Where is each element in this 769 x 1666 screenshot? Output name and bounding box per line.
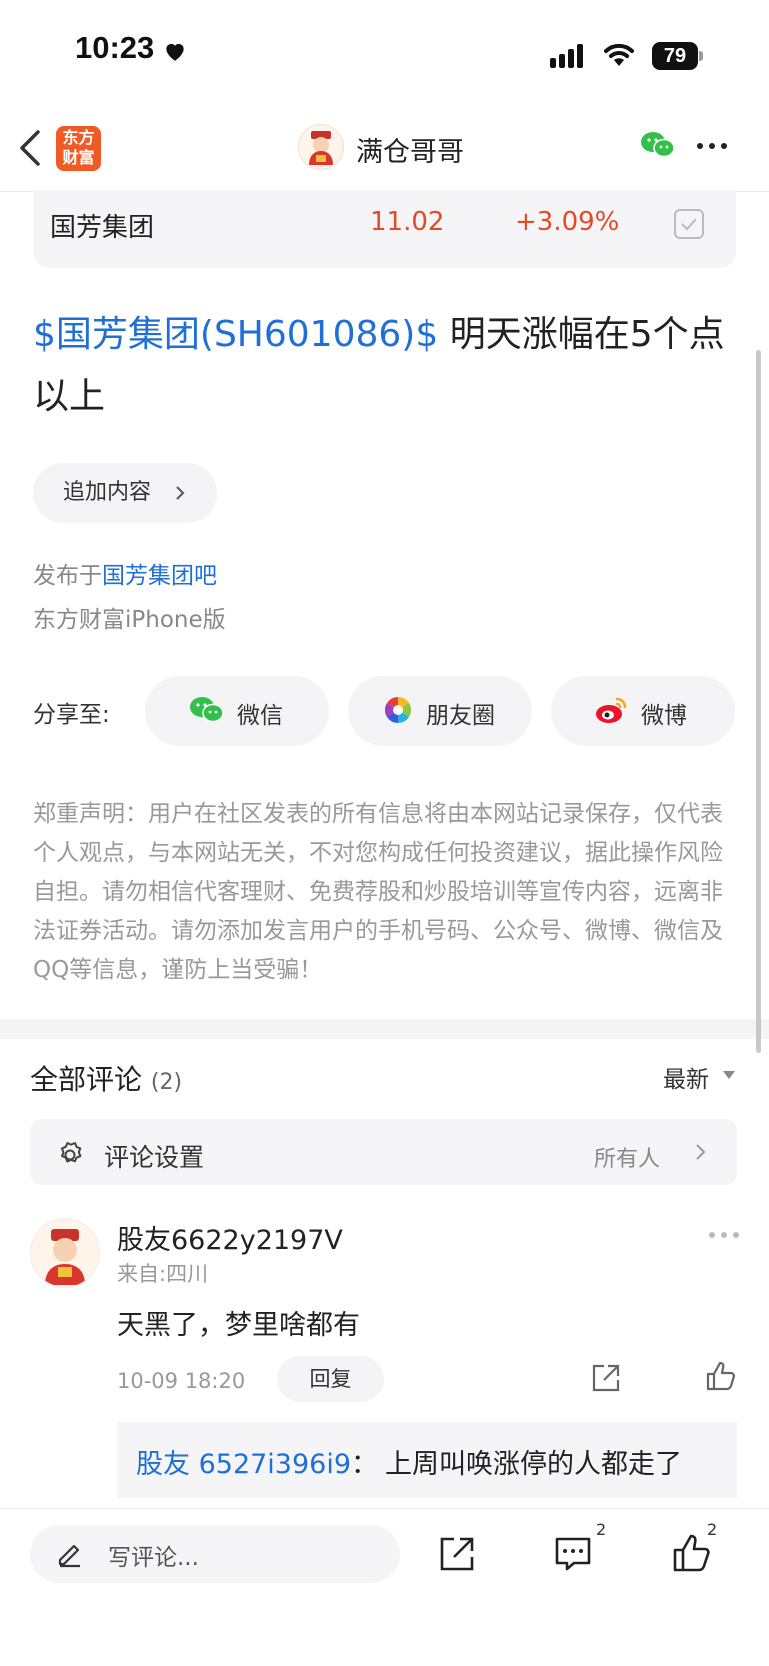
cellular-signal-icon	[550, 44, 590, 68]
sub-reply-text: 上周叫唤涨停的人都走了	[385, 1449, 682, 1480]
battery-cap	[699, 51, 703, 61]
scrollbar[interactable]	[756, 350, 761, 1053]
publish-prefix: 发布于	[33, 563, 102, 589]
fortune-god-icon	[45, 1229, 85, 1285]
eastmoney-logo: 东方 财富	[56, 126, 101, 171]
pencil-icon	[58, 1544, 80, 1568]
comment-icon[interactable]	[554, 1535, 592, 1573]
stock-name: 国芳集团	[50, 213, 155, 243]
stock-tag-link[interactable]: $国芳集团(SH601086)$	[33, 314, 438, 355]
comment-time: 10-09 18:20	[117, 1369, 246, 1393]
stock-price: 11.02	[370, 207, 445, 237]
comment-more-icon[interactable]	[709, 1232, 739, 1238]
publish-info: 发布于国芳集团吧	[33, 556, 217, 590]
share-weibo-button[interactable]: 微博	[551, 676, 735, 746]
chevron-right-icon	[176, 486, 185, 500]
chevron-right-icon	[696, 1144, 706, 1160]
logo-line2: 财富	[62, 148, 95, 167]
like-icon[interactable]	[672, 1533, 712, 1573]
comment-settings-label: 评论设置	[104, 1143, 205, 1172]
comment-text: 天黑了，梦里啥都有	[117, 1310, 360, 1341]
commenter-location: 来自:四川	[117, 1262, 209, 1286]
add-content-label: 追加内容	[63, 480, 152, 505]
write-comment-placeholder: 写评论...	[108, 1545, 199, 1571]
sub-reply-user-name[interactable]: 股友 6527i396i9	[136, 1449, 351, 1480]
weibo-icon	[596, 697, 627, 723]
commenter-avatar[interactable]	[30, 1218, 100, 1288]
logo-line1: 东方	[62, 128, 95, 147]
battery-icon: 79	[652, 42, 698, 70]
author-name[interactable]: 满仓哥哥	[356, 130, 464, 169]
share-moments-label: 朋友圈	[426, 703, 495, 729]
wifi-icon	[604, 43, 634, 66]
check-icon	[681, 218, 697, 231]
sort-dropdown[interactable]: 最新	[663, 1060, 709, 1094]
sub-reply-user[interactable]: 股友 6527i396i9：	[136, 1442, 378, 1481]
stock-change: +3.09%	[515, 207, 620, 237]
section-divider	[0, 1019, 769, 1039]
share-label: 分享至:	[33, 702, 110, 728]
add-content-button[interactable]: 追加内容	[33, 463, 217, 523]
device-info: 东方财富iPhone版	[33, 607, 226, 633]
moments-icon	[384, 696, 412, 724]
comments-title-label: 全部评论	[30, 1063, 143, 1096]
share-weibo-label: 微博	[641, 703, 687, 729]
comment-count-badge: 2	[596, 1520, 607, 1539]
commenter-name[interactable]: 股友6622y2197V	[117, 1218, 343, 1257]
back-icon[interactable]	[18, 128, 42, 168]
wechat-icon	[190, 697, 224, 723]
share-wechat-button[interactable]: 微信	[145, 676, 329, 746]
status-time: 10:23	[75, 30, 155, 65]
share-wechat-label: 微信	[237, 703, 283, 729]
bar-link[interactable]: 国芳集团吧	[102, 563, 217, 589]
sub-reply-separator: ：	[351, 1449, 379, 1480]
share-icon[interactable]	[438, 1535, 476, 1573]
like-count-badge: 2	[707, 1520, 718, 1539]
post-content: $国芳集团(SH601086)$ 明天涨幅在5个点以上	[33, 304, 743, 428]
wechat-icon[interactable]	[640, 130, 676, 160]
fortune-god-icon	[309, 131, 333, 165]
reply-button[interactable]: 回复	[277, 1356, 384, 1402]
more-icon[interactable]	[697, 143, 727, 149]
author-avatar[interactable]	[298, 124, 344, 170]
share-moments-button[interactable]: 朋友圈	[348, 676, 532, 746]
gear-icon	[60, 1141, 82, 1163]
disclaimer-text: 郑重声明：用户在社区发表的所有信息将由本网站记录保存，仅代表个人观点，与本网站无…	[33, 801, 723, 983]
comments-title: 全部评论 (2)	[30, 1058, 182, 1098]
comment-settings-value: 所有人	[594, 1147, 661, 1172]
like-icon[interactable]	[705, 1360, 737, 1392]
watchlist-checkbox[interactable]	[674, 209, 704, 239]
share-icon[interactable]	[590, 1362, 622, 1394]
write-comment-input[interactable]	[30, 1525, 400, 1583]
caret-down-icon[interactable]	[723, 1071, 735, 1079]
heart-icon	[166, 43, 184, 61]
comments-count: (2)	[150, 1070, 183, 1095]
